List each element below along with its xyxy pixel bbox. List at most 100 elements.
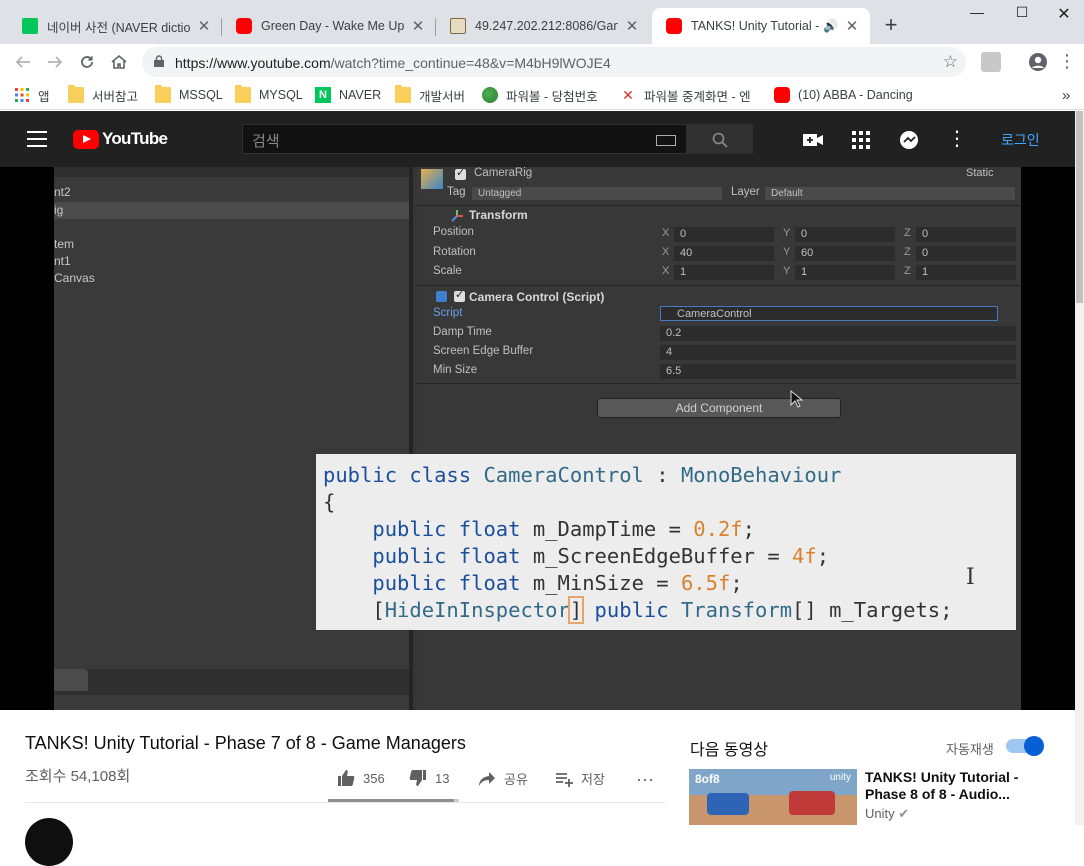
search-icon [712,132,728,148]
bookmark-powerball-live[interactable]: ✕ 파워볼 중계화면 - 엔 [620,85,751,105]
menu-icon[interactable] [27,131,47,147]
tab-title: TANKS! Unity Tutorial - [691,19,820,33]
view-count: 조회수 54,108회 [25,768,131,785]
reload-button[interactable] [73,48,101,76]
tank-image [707,793,749,815]
edge-buffer-field: 4 [660,345,1016,360]
save-button[interactable]: 저장 [555,769,605,788]
tab-title: Green Day - Wake Me Up W [261,19,404,33]
folder-icon [235,85,251,103]
login-button[interactable]: 로그인 [1001,130,1040,150]
min-size-field: 6.5 [660,364,1016,379]
bookmark-apps[interactable]: 앱 [14,85,50,105]
powerball-icon [482,87,498,103]
hierarchy-footer [54,669,409,695]
minimize-button[interactable]: ― [955,4,999,26]
browser-toolbar: https://www.youtube.com/watch?time_conti… [0,44,1084,80]
recommended-thumbnail[interactable]: 8of8 unity [689,769,857,825]
new-tab-button[interactable]: + [878,13,904,39]
edge-buffer-label: Screen Edge Buffer [433,345,534,357]
settings-kebab-icon[interactable]: ⋮ [946,129,968,151]
bookmark-naver[interactable]: N NAVER [315,85,381,105]
youtube-play-icon [73,129,99,149]
folder-icon [155,85,171,103]
more-actions-button[interactable]: ··· [636,769,654,790]
bookmark-label: 개발서버 [419,89,466,104]
youtube-logo[interactable]: YouTube [73,129,168,149]
tank-image [789,791,835,815]
youtube-icon [666,18,682,34]
close-icon[interactable]: ✕ [196,17,212,35]
thumbs-up-icon [338,770,355,786]
window-close-button[interactable]: ✕ [1042,4,1084,26]
more-bookmarks-button[interactable]: » [1062,85,1070,105]
forward-button[interactable] [41,48,69,76]
apps-icon[interactable] [850,129,872,151]
menu-kebab-icon[interactable]: ⋮ [1057,52,1077,72]
rotation-label: Rotation [433,246,476,258]
bookmark-powerball[interactable]: 파워볼 - 당첨번호 [482,85,598,105]
divider [25,802,665,803]
text-cursor-icon: I [966,565,975,590]
bookmark-label: (10) ABBA - Dancing [798,88,913,102]
like-button[interactable]: 356 [337,769,385,787]
profile-icon[interactable] [1028,52,1048,72]
address-bar[interactable]: https://www.youtube.com/watch?time_conti… [142,47,966,77]
static-label: Static [966,167,994,179]
bookmark-mssql[interactable]: MSSQL [155,85,223,105]
bookmark-label: 앱 [38,89,50,104]
back-button[interactable] [9,48,37,76]
bookmark-star-icon[interactable]: ☆ [943,52,958,72]
share-button[interactable]: 공유 [478,769,528,788]
like-count: 356 [363,770,385,786]
damp-time-label: Damp Time [433,326,492,338]
script-enabled-checkbox [454,288,465,302]
layer-dropdown: Default [765,187,1015,200]
recommended-title[interactable]: TANKS! Unity Tutorial - Phase 8 of 8 - A… [865,769,1045,803]
bookmark-server-ref[interactable]: 서버참고 [68,85,138,105]
maximize-button[interactable]: ☐ [1000,4,1044,26]
home-button[interactable] [105,48,133,76]
bookmarks-bar: 앱 서버참고 MSSQL MYSQL N NAVER 개발서버 파워볼 - 당첨… [0,80,1084,110]
channel-avatar[interactable] [25,818,73,866]
bookmark-label: MSSQL [179,88,223,102]
position-z: 0 [916,227,1016,242]
save-label: 저장 [581,772,605,787]
youtube-icon [236,18,252,34]
close-icon[interactable]: ✕ [410,17,426,35]
browser-tab-1[interactable]: 네이버 사전 (NAVER diction ✕ [8,8,222,44]
tag-dropdown: Untagged [472,187,722,200]
browser-tab-active[interactable]: TANKS! Unity Tutorial - 🔊 ✕ [652,8,870,44]
page-scrollbar[interactable] [1075,111,1084,825]
create-video-icon[interactable] [802,129,824,151]
bookmark-abba[interactable]: (10) ABBA - Dancing [774,85,938,105]
recommended-channel[interactable]: Unity ✔ [865,806,909,822]
scale-label: Scale [433,265,462,277]
autoplay-toggle[interactable] [1006,736,1044,756]
keyboard-icon[interactable] [656,135,676,146]
browser-tab-3[interactable]: 49.247.202.212:8086/Gamel ✕ [436,8,650,44]
bookmark-mysql[interactable]: MYSQL [235,85,303,105]
scale-z: 1 [916,265,1016,280]
page-image-icon [450,18,466,34]
script-component-header: Camera Control (Script) [469,290,605,304]
scrollbar-thumb[interactable] [1076,111,1083,303]
folder-icon [68,85,84,103]
messages-icon[interactable] [898,129,920,151]
browser-tab-2[interactable]: Green Day - Wake Me Up W ✕ [222,8,436,44]
dislike-button[interactable]: 13 [409,769,449,787]
search-button[interactable] [687,124,753,154]
bookmark-label: 파워볼 중계화면 - 엔 [644,89,751,104]
close-icon[interactable]: ✕ [844,17,860,35]
position-label: Position [433,226,474,238]
bookmark-dev-server[interactable]: 개발서버 [395,85,465,105]
transform-header: Transform [469,208,528,222]
bookmark-label: MYSQL [259,88,303,102]
close-icon[interactable]: ✕ [624,17,640,35]
extension-icon[interactable] [981,52,1001,72]
tab-strip: 네이버 사전 (NAVER diction ✕ Green Day - Wake… [0,0,1084,44]
search-input[interactable]: 검색 [242,124,687,154]
speaker-icon[interactable]: 🔊 [823,19,838,33]
unity-logo: unity [829,772,851,783]
video-player[interactable]: nt2 ig tem nt1 Canvas CameraRig Static T… [0,167,1075,710]
